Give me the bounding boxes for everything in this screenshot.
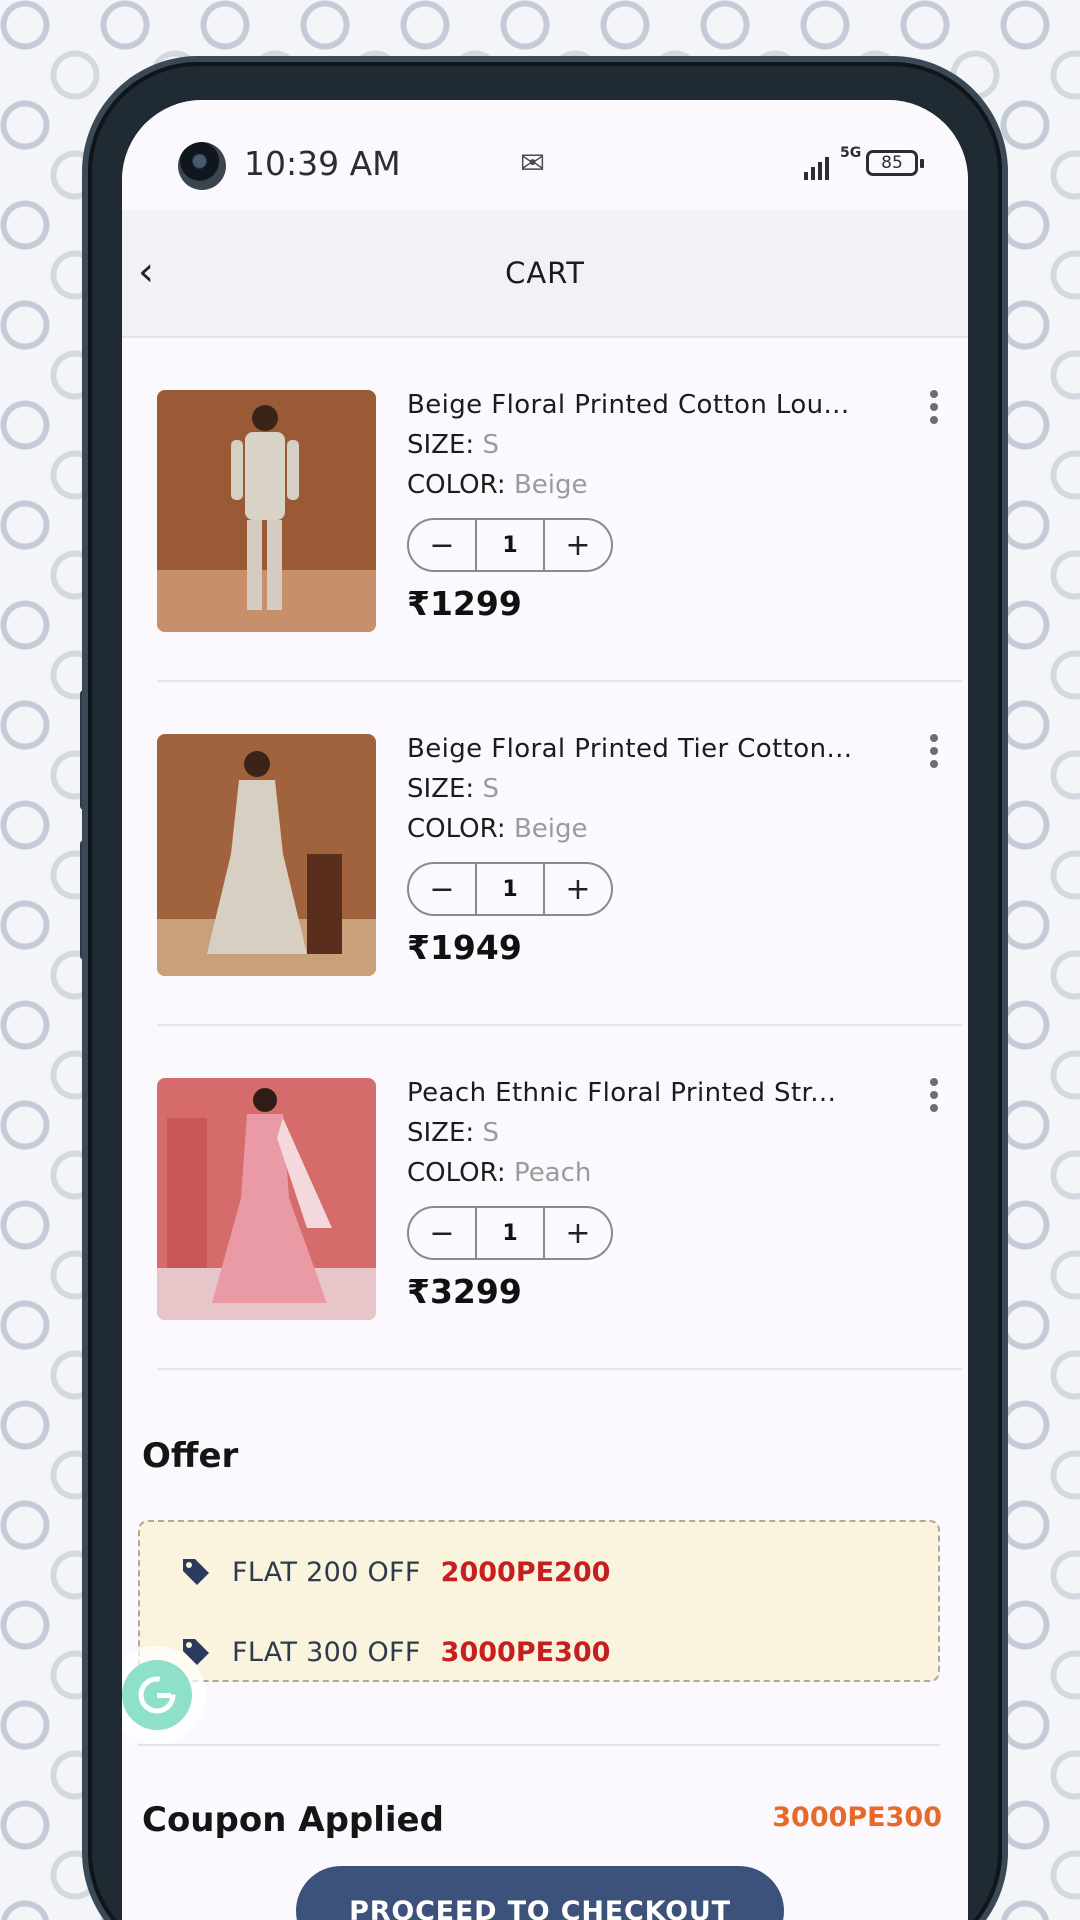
quantity-stepper: − 1 + xyxy=(407,518,613,572)
quantity-stepper: − 1 + xyxy=(407,1206,613,1260)
decrement-button[interactable]: − xyxy=(409,520,475,570)
front-camera xyxy=(178,142,226,190)
offer-text: FLAT 200 OFF xyxy=(232,1556,421,1588)
increment-button[interactable]: + xyxy=(545,1208,611,1258)
status-bar: 10:39 AM ✉ 5G 85 xyxy=(122,100,968,210)
product-name[interactable]: Beige Floral Printed Tier Cotton... xyxy=(407,734,852,764)
tag-icon xyxy=(183,1559,209,1585)
offer-box: FLAT 200 OFF 2000PE200 FLAT 300 OFF 3000… xyxy=(138,1520,940,1682)
cart-item: Beige Floral Printed Tier Cotton... SIZE… xyxy=(122,682,968,1026)
item-divider xyxy=(157,1368,962,1370)
proceed-to-checkout-button[interactable]: PROCEED TO CHECKOUT xyxy=(296,1866,784,1920)
quantity-value: 1 xyxy=(475,520,545,570)
cart-item: Peach Ethnic Floral Printed Str... SIZE:… xyxy=(122,1026,968,1370)
product-size: SIZE: S xyxy=(407,430,499,460)
decrement-button[interactable]: − xyxy=(409,864,475,914)
product-image[interactable] xyxy=(157,390,376,632)
product-price: ₹1949 xyxy=(407,928,522,967)
product-price: ₹3299 xyxy=(407,1272,522,1311)
signal-icon xyxy=(804,157,829,180)
status-time: 10:39 AM xyxy=(244,144,401,183)
more-vertical-icon[interactable] xyxy=(930,390,940,430)
product-color: COLOR: Beige xyxy=(407,470,588,500)
grammarly-icon[interactable] xyxy=(122,1660,192,1730)
product-size: SIZE: S xyxy=(407,774,499,804)
app-header: ‹ CART xyxy=(122,210,968,338)
quantity-value: 1 xyxy=(475,1208,545,1258)
increment-button[interactable]: + xyxy=(545,520,611,570)
quantity-value: 1 xyxy=(475,864,545,914)
more-vertical-icon[interactable] xyxy=(930,734,940,774)
app-screen: 10:39 AM ✉ 5G 85 ‹ CART Beige Floral Pri… xyxy=(122,100,968,1920)
product-name[interactable]: Beige Floral Printed Cotton Lou... xyxy=(407,390,850,420)
page-title: CART xyxy=(505,256,585,290)
product-color: COLOR: Peach xyxy=(407,1158,592,1188)
product-image[interactable] xyxy=(157,734,376,976)
offer-title: Offer xyxy=(142,1436,239,1476)
grammarly-glyph xyxy=(138,1676,176,1714)
offer-code: 3000PE300 xyxy=(440,1636,611,1668)
tag-icon xyxy=(183,1639,209,1665)
cart-item: Beige Floral Printed Cotton Lou... SIZE:… xyxy=(122,338,968,682)
offer-item[interactable]: FLAT 200 OFF 2000PE200 xyxy=(180,1552,610,1592)
network-type: 5G xyxy=(840,145,862,161)
coupon-applied-title: Coupon Applied xyxy=(142,1800,444,1840)
product-size: SIZE: S xyxy=(407,1118,499,1148)
product-name[interactable]: Peach Ethnic Floral Printed Str... xyxy=(407,1078,836,1108)
offer-item[interactable]: FLAT 300 OFF 3000PE300 xyxy=(180,1632,610,1672)
product-image[interactable] xyxy=(157,1078,376,1320)
more-vertical-icon[interactable] xyxy=(930,1078,940,1118)
section-divider xyxy=(138,1744,940,1746)
product-price: ₹1299 xyxy=(407,584,522,623)
decrement-button[interactable]: − xyxy=(409,1208,475,1258)
offer-text: FLAT 300 OFF xyxy=(232,1636,421,1668)
offer-code: 2000PE200 xyxy=(440,1556,611,1588)
battery-icon: 85 xyxy=(866,150,924,176)
increment-button[interactable]: + xyxy=(545,864,611,914)
applied-coupon-code: 3000PE300 xyxy=(772,1802,942,1833)
quantity-stepper: − 1 + xyxy=(407,862,613,916)
gmail-icon: ✉ xyxy=(520,146,546,181)
product-color: COLOR: Beige xyxy=(407,814,588,844)
